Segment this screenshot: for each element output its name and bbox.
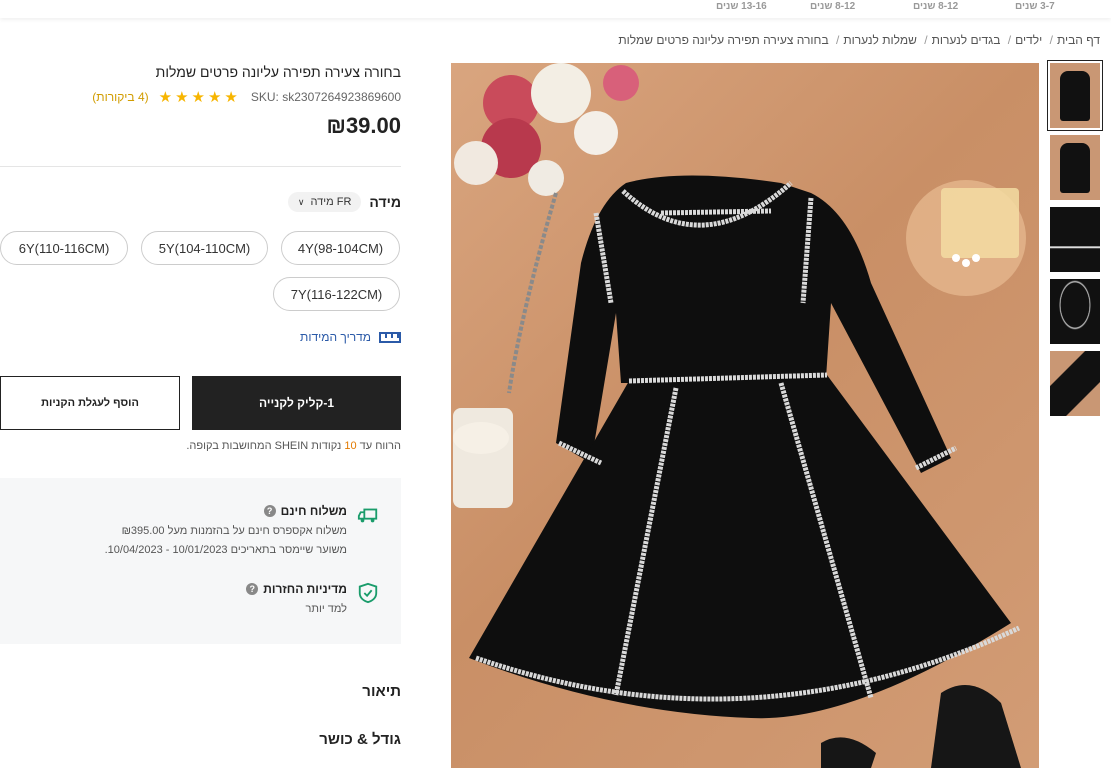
product-title: בחורה צעירה תפירה עליונה פרטים שמלות <box>155 64 401 80</box>
reviews-link[interactable]: (4 ביקורות) <box>92 90 148 104</box>
free-shipping-title: משלוח חינם <box>280 504 347 518</box>
age-nav-item[interactable]: 13-16 שנים <box>716 1 767 12</box>
points-suffix: נקודות SHEIN המחושבות בקופה. <box>186 440 342 452</box>
product-info: בחורה צעירה תפירה עליונה פרטים שמלות SKU… <box>0 0 401 768</box>
thumbnail-4[interactable] <box>1050 279 1100 344</box>
dress-thumbnail-image <box>1060 143 1090 193</box>
thumbnail-3[interactable] <box>1050 207 1100 272</box>
description-section[interactable]: תיאור <box>362 683 401 700</box>
thumbnail-1[interactable] <box>1047 60 1103 131</box>
breadcrumb-girls-dresses[interactable]: שמלות לנערות <box>843 33 917 47</box>
breadcrumb-separator: / <box>1049 33 1053 47</box>
one-click-buy-button[interactable]: 1-קליק לקנייה <box>192 376 401 430</box>
age-nav-item[interactable]: 8-12 שנים <box>810 1 855 12</box>
thumbnail-strip <box>1047 60 1103 423</box>
dress-thumbnail-image <box>1050 279 1100 344</box>
help-icon[interactable]: ? <box>246 583 259 595</box>
age-nav-item[interactable]: 3-7 שנים <box>1015 1 1055 12</box>
size-system-value: FR מידה <box>310 196 352 208</box>
breadcrumb: דף הבית/ ילדים/ בגדים לנערות/ שמלות לנער… <box>618 33 1100 47</box>
size-label: מידה <box>369 194 401 210</box>
breadcrumb-current: בחורה צעירה תפירה עליונה פרטים שמלות <box>618 33 829 47</box>
points-info: הרווח עד 10 נקודות SHEIN המחושבות בקופה. <box>186 440 401 452</box>
thumbnail-2[interactable] <box>1050 135 1100 200</box>
learn-more-link[interactable]: למד יותר <box>246 603 347 615</box>
returns-row: מדיניות החזרות ? למד יותר <box>246 582 379 615</box>
sku-rating-row: SKU: sk2307264923869600 ★★★★★ (4 ביקורות… <box>92 88 401 106</box>
size-option[interactable]: 5Y(104-110CM) <box>141 231 268 265</box>
shield-check-icon <box>358 582 378 604</box>
age-nav-item[interactable]: 8-12 שנים <box>913 1 958 12</box>
divider <box>0 166 401 167</box>
sku-text: SKU: sk2307264923869600 <box>250 90 401 104</box>
truck-icon <box>357 508 378 523</box>
chevron-down-icon: ∨ <box>297 196 305 207</box>
size-guide-link[interactable]: מדריך המידות <box>300 330 401 344</box>
breadcrumb-kids[interactable]: ילדים <box>1015 33 1042 47</box>
dress-thumbnail-image <box>1060 71 1090 121</box>
ruler-icon <box>379 331 401 343</box>
product-main-image[interactable] <box>451 63 1039 768</box>
size-header: מידה FR מידה ∨ <box>287 192 401 212</box>
size-option[interactable]: 4Y(98-104CM) <box>281 231 400 265</box>
shipping-box: משלוח חינם ? משלוח אקספרס חינם על בהזמנו… <box>0 478 401 644</box>
breadcrumb-home[interactable]: דף הבית <box>1057 33 1100 47</box>
breadcrumb-separator: / <box>924 33 928 47</box>
size-fit-section[interactable]: גודל & כושר <box>319 731 401 748</box>
thumbnail-5[interactable] <box>1050 351 1100 416</box>
size-option[interactable]: 6Y(110-116CM) <box>0 231 128 265</box>
size-guide-label: מדריך המידות <box>300 330 371 344</box>
returns-title: מדיניות החזרות <box>263 582 347 596</box>
points-prefix: הרווח עד <box>359 440 401 452</box>
breadcrumb-separator: / <box>835 33 840 47</box>
dress-thumbnail-image <box>1050 207 1100 272</box>
breadcrumb-separator: / <box>1007 33 1012 47</box>
dress-photo <box>453 63 1026 768</box>
shipping-line-2: משוער שיימסר בתאריכים 10/01/2023 - 10/04… <box>104 544 347 556</box>
size-system-select[interactable]: FR מידה ∨ <box>287 192 362 212</box>
help-icon[interactable]: ? <box>263 505 276 517</box>
breadcrumb-girls-clothing[interactable]: בגדים לנערות <box>932 33 1001 47</box>
star-rating-icon: ★★★★★ <box>158 89 241 106</box>
product-price: ₪39.00 <box>326 113 402 138</box>
free-shipping-row: משלוח חינם ? משלוח אקספרס חינם על בהזמנו… <box>105 504 379 556</box>
size-option[interactable]: 7Y(116-122CM) <box>273 277 400 311</box>
add-to-cart-button[interactable]: הוסף לעגלת הקניות <box>0 376 180 430</box>
dress-thumbnail-image <box>1050 351 1100 416</box>
points-value: 10 <box>344 440 357 452</box>
shipping-line-1: משלוח אקספרס חינם על בהזמנות מעל ₪395.00 <box>121 525 347 537</box>
